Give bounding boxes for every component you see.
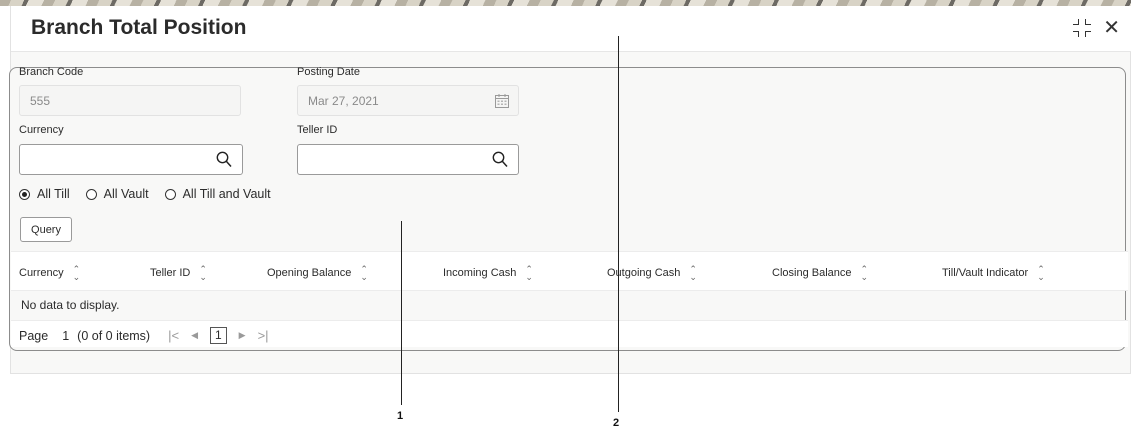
sort-icon: ⌃ ⌄ bbox=[860, 264, 869, 282]
search-icon[interactable] bbox=[216, 151, 232, 169]
first-page-icon[interactable]: |< bbox=[168, 328, 179, 343]
query-button[interactable]: Query bbox=[20, 217, 72, 242]
radio-unchecked-icon bbox=[164, 188, 176, 200]
column-header-opening-balance[interactable]: Opening Balance ⌃ ⌄ bbox=[267, 264, 368, 282]
column-header-till-vault-indicator[interactable]: Till/Vault Indicator ⌃ ⌄ bbox=[942, 264, 1045, 282]
sort-icon: ⌃ ⌄ bbox=[525, 264, 533, 282]
search-icon[interactable] bbox=[492, 151, 508, 169]
minimize-icon[interactable] bbox=[1073, 19, 1092, 37]
radio-checked-icon bbox=[19, 188, 30, 200]
current-page-indicator[interactable]: 1 bbox=[209, 327, 227, 344]
teller-id-label: Teller ID bbox=[297, 124, 338, 136]
close-icon[interactable]: ✕ bbox=[1103, 18, 1120, 38]
sort-icon: ⌃ ⌄ bbox=[360, 264, 368, 282]
sort-icon: ⌃ ⌄ bbox=[199, 264, 207, 282]
teller-id-field[interactable] bbox=[297, 144, 519, 175]
posting-date-field: Mar 27, 2021 bbox=[297, 85, 519, 116]
teller-id-input[interactable] bbox=[302, 148, 482, 171]
callout-number-2: 2 bbox=[613, 417, 620, 429]
window-header: Branch Total Position ✕ bbox=[11, 6, 1131, 52]
calendar-icon[interactable] bbox=[494, 93, 510, 109]
next-page-icon[interactable]: ▶ bbox=[239, 330, 246, 341]
previous-page-icon[interactable]: ◀ bbox=[191, 330, 198, 341]
radio-all-till[interactable]: All Till bbox=[19, 187, 70, 201]
callout-line-1 bbox=[401, 221, 402, 405]
branch-code-label: Branch Code bbox=[19, 66, 84, 78]
currency-input[interactable] bbox=[24, 148, 204, 171]
posting-date-value: Mar 27, 2021 bbox=[308, 94, 379, 108]
items-count: (0 of 0 items) bbox=[77, 328, 151, 343]
table-header-row: Currency ⌃ ⌄ Teller ID ⌃ ⌄ Opening Balance ⌃ ⌄… bbox=[11, 251, 1128, 291]
column-header-outgoing-cash[interactable]: Outgoing Cash ⌃ ⌄ bbox=[607, 264, 697, 282]
sort-icon: ⌃ ⌄ bbox=[72, 264, 81, 282]
radio-all-till-and-vault[interactable]: All Till and Vault bbox=[164, 187, 271, 201]
page-number: 1 bbox=[62, 328, 70, 343]
branch-total-position-window: Branch Total Position ✕ Branch Code 555 … bbox=[9, 6, 1131, 374]
sort-icon: ⌃ ⌄ bbox=[689, 264, 697, 282]
radio-all-vault[interactable]: All Vault bbox=[85, 187, 149, 201]
radio-all-till-and-vault-label: All Till and Vault bbox=[182, 187, 271, 201]
radio-unchecked-icon bbox=[85, 188, 97, 200]
sort-icon: ⌃ ⌄ bbox=[1037, 264, 1045, 282]
callout-line-2 bbox=[618, 36, 619, 412]
branch-code-field: 555 bbox=[19, 85, 241, 116]
currency-field[interactable] bbox=[19, 144, 243, 175]
callout-number-1: 1 bbox=[397, 410, 404, 422]
column-header-incoming-cash[interactable]: Incoming Cash ⌃ ⌄ bbox=[443, 264, 533, 282]
posting-date-label: Posting Date bbox=[297, 66, 360, 78]
radio-all-vault-label: All Vault bbox=[103, 187, 149, 201]
till-vault-radio-group: All Till All Vault All Till and Vault bbox=[19, 187, 287, 201]
column-header-closing-balance[interactable]: Closing Balance ⌃ ⌄ bbox=[772, 264, 869, 282]
page-title: Branch Total Position bbox=[31, 16, 247, 39]
column-header-currency[interactable]: Currency ⌃ ⌄ bbox=[19, 264, 81, 282]
column-header-teller-id[interactable]: Teller ID ⌃ ⌄ bbox=[150, 264, 207, 282]
page-label: Page bbox=[19, 328, 49, 343]
currency-label: Currency bbox=[19, 124, 64, 136]
branch-code-value: 555 bbox=[30, 94, 51, 108]
table-pagination: Page 1 (0 of 0 items) |< ◀ 1 ▶ >| bbox=[11, 320, 1128, 347]
radio-all-till-label: All Till bbox=[37, 187, 70, 201]
table-empty-message: No data to display. bbox=[21, 298, 120, 312]
last-page-icon[interactable]: >| bbox=[258, 328, 269, 343]
